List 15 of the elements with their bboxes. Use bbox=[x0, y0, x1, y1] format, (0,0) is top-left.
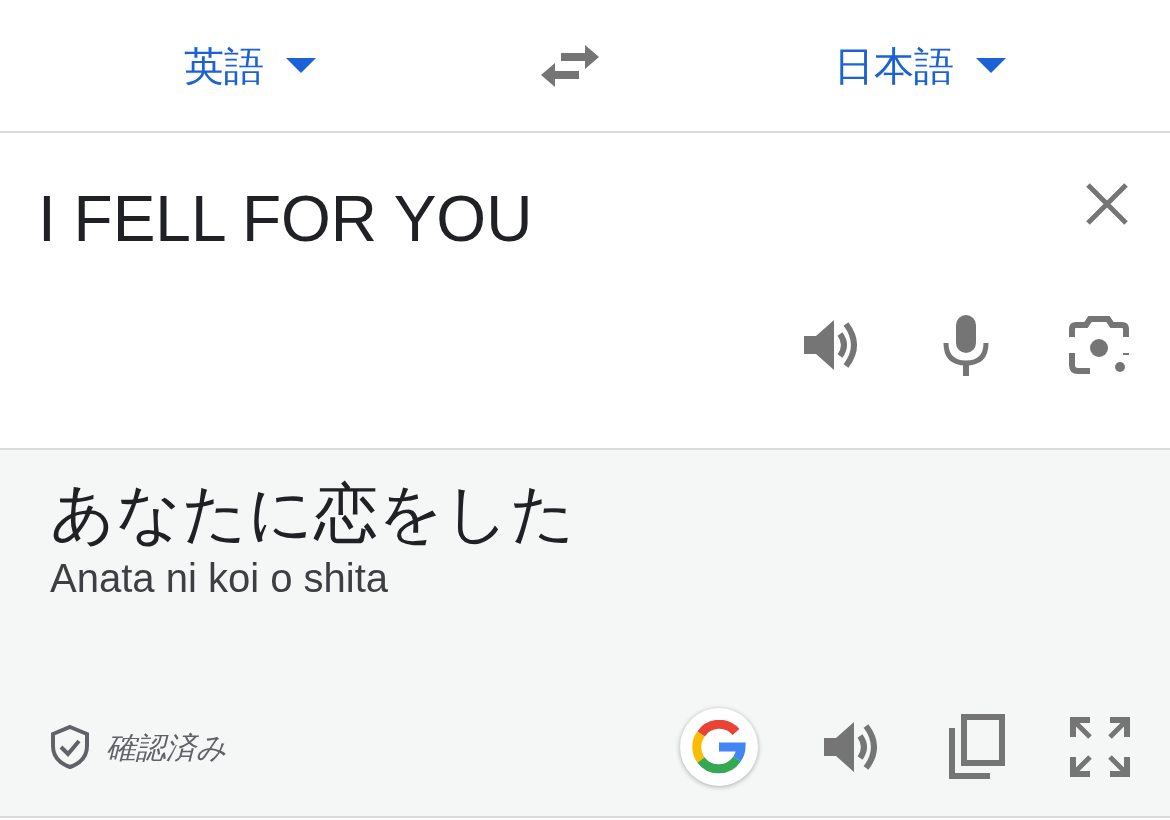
close-icon[interactable] bbox=[1084, 181, 1130, 227]
caret-icon bbox=[976, 57, 1006, 74]
romanization-text: Anata ni koi o shita bbox=[50, 555, 389, 603]
fullscreen-icon[interactable] bbox=[1070, 717, 1130, 777]
source-language-button[interactable]: 英語 bbox=[184, 35, 316, 96]
copy-icon[interactable] bbox=[948, 714, 1006, 780]
target-language-button[interactable]: 日本語 bbox=[834, 35, 1006, 96]
verified-label: 確認済み bbox=[106, 729, 227, 766]
translation-text: あなたに恋をした bbox=[50, 478, 577, 549]
camera-icon[interactable] bbox=[1068, 315, 1130, 375]
input-field[interactable]: I FELL FOR YOU bbox=[38, 171, 1018, 261]
logo-button[interactable] bbox=[680, 708, 758, 786]
caret-icon bbox=[286, 57, 316, 74]
multicolor-logo-icon bbox=[692, 720, 746, 774]
shield-check-icon bbox=[50, 724, 90, 770]
